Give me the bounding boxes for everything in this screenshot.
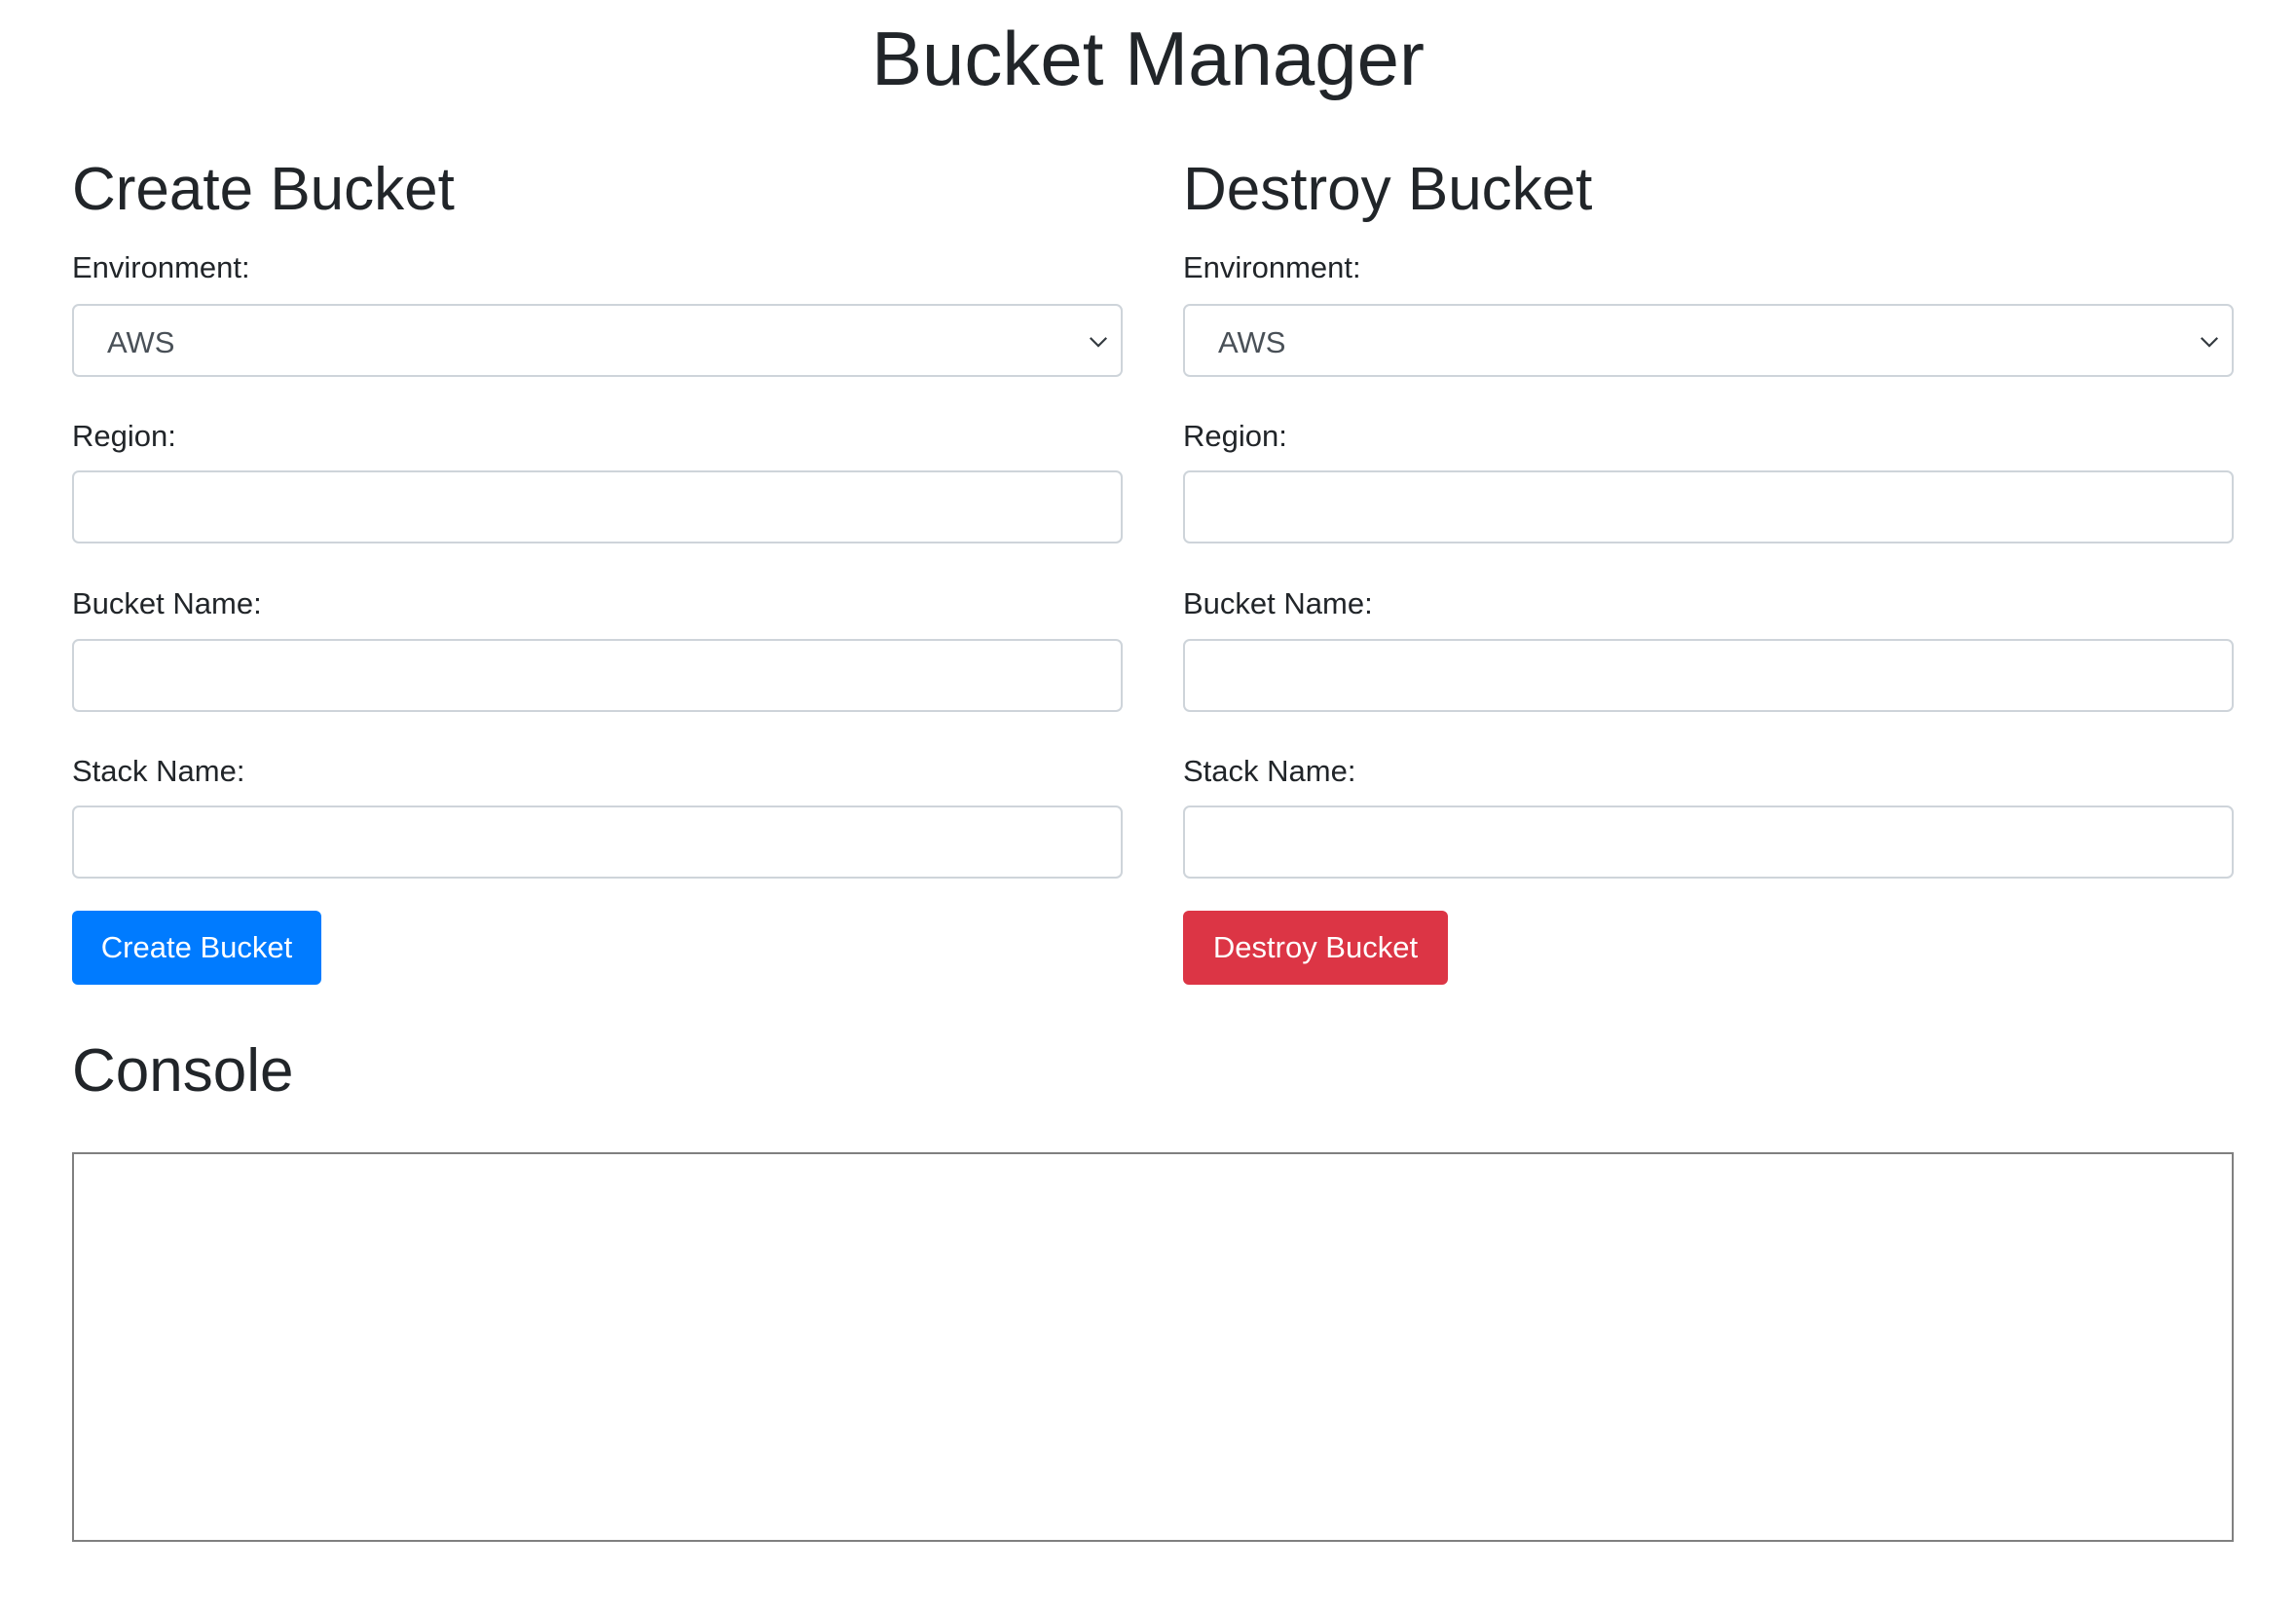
destroy-region-label: Region:	[1183, 419, 1287, 453]
destroy-stack-name-label: Stack Name:	[1183, 754, 1356, 788]
create-stack-name-input[interactable]	[72, 806, 1123, 879]
destroy-stack-name-input[interactable]	[1183, 806, 2234, 879]
destroy-bucket-name-label: Bucket Name:	[1183, 586, 1373, 620]
console-heading: Console	[72, 1037, 294, 1105]
create-region-label: Region:	[72, 419, 176, 453]
destroy-region-input[interactable]	[1183, 470, 2234, 543]
destroy-bucket-heading: Destroy Bucket	[1183, 156, 1593, 223]
destroy-bucket-button[interactable]: Destroy Bucket	[1183, 911, 1448, 985]
destroy-bucket-name-input[interactable]	[1183, 639, 2234, 712]
create-bucket-name-label: Bucket Name:	[72, 586, 262, 620]
create-environment-select[interactable]: AWS	[72, 304, 1123, 377]
create-stack-name-label: Stack Name:	[72, 754, 245, 788]
console-output[interactable]	[72, 1152, 2234, 1542]
create-bucket-heading: Create Bucket	[72, 156, 455, 223]
destroy-environment-value: AWS	[1218, 325, 1286, 359]
chevron-down-icon	[2200, 337, 2219, 348]
create-bucket-name-input[interactable]	[72, 639, 1123, 712]
destroy-environment-select[interactable]: AWS	[1183, 304, 2234, 377]
page-title: Bucket Manager	[871, 16, 1425, 101]
create-bucket-button[interactable]: Create Bucket	[72, 911, 321, 985]
destroy-environment-label: Environment:	[1183, 250, 1361, 284]
chevron-down-icon	[1089, 337, 1108, 348]
create-environment-value: AWS	[107, 325, 175, 359]
create-environment-label: Environment:	[72, 250, 250, 284]
create-region-input[interactable]	[72, 470, 1123, 543]
